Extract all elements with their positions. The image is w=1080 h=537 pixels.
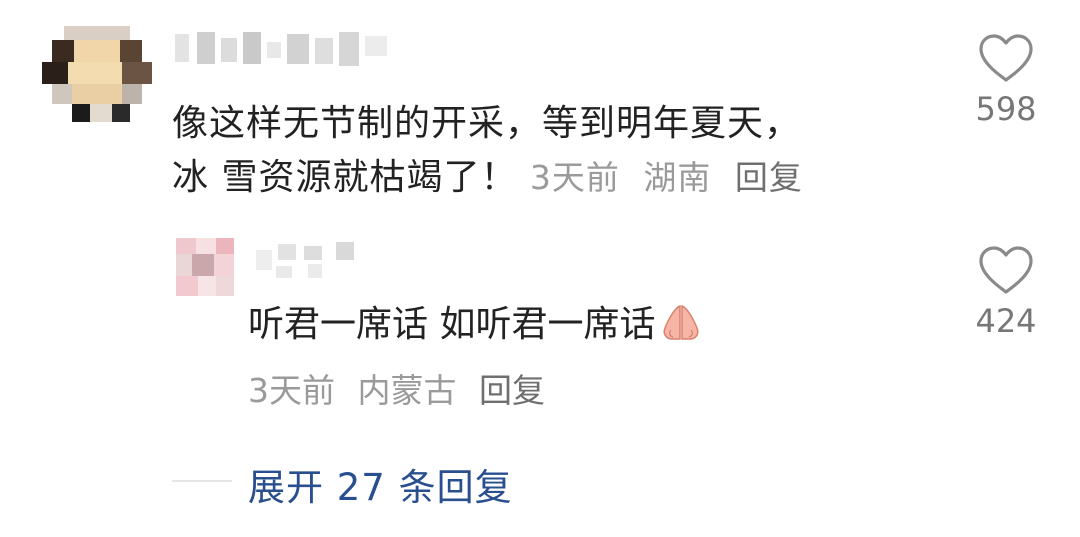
comment-meta: 3天前 湖南 回复 (530, 158, 815, 197)
expand-replies-button[interactable]: 展开 27 条回复 (248, 457, 513, 511)
avatar[interactable] (176, 238, 234, 296)
comment-location: 湖南 (643, 158, 712, 197)
folded-hands-icon (659, 302, 703, 358)
divider (172, 480, 232, 482)
comment-text-line: 像这样无节制的开采，等到明年夏天， (172, 103, 802, 144)
reply-button[interactable]: 回复 (735, 158, 803, 197)
avatar[interactable] (42, 26, 152, 122)
comment-text-line2: 冰 雪资源就枯竭了！ (172, 157, 518, 198)
username-blurred[interactable] (256, 240, 356, 280)
comment-time: 3天前 (529, 158, 620, 197)
comment-body: 像这样无节制的开采，等到明年夏天， 冰 雪资源就枯竭了！ 3天前 湖南 回复 (172, 97, 912, 205)
like-count: 424 (975, 302, 1037, 340)
comment-text-line: 冰 雪资源就枯竭了！ 3天前 湖南 回复 (172, 151, 912, 205)
reply-location: 内蒙古 (357, 371, 457, 410)
username-blurred[interactable] (175, 26, 390, 71)
like-area: 424 (966, 246, 1046, 340)
heart-icon[interactable] (977, 34, 1035, 84)
reply-text: 听君一席话 如听君一席话 (248, 304, 656, 345)
heart-icon[interactable] (977, 246, 1035, 296)
reply-time: 3天前 (248, 371, 335, 410)
like-count: 598 (975, 90, 1037, 128)
reply-body: 听君一席话 如听君一席话 (248, 298, 968, 358)
reply-meta: 3天前 内蒙古 回复 (248, 364, 557, 412)
reply-button[interactable]: 回复 (479, 371, 545, 410)
like-area: 598 (966, 34, 1046, 128)
